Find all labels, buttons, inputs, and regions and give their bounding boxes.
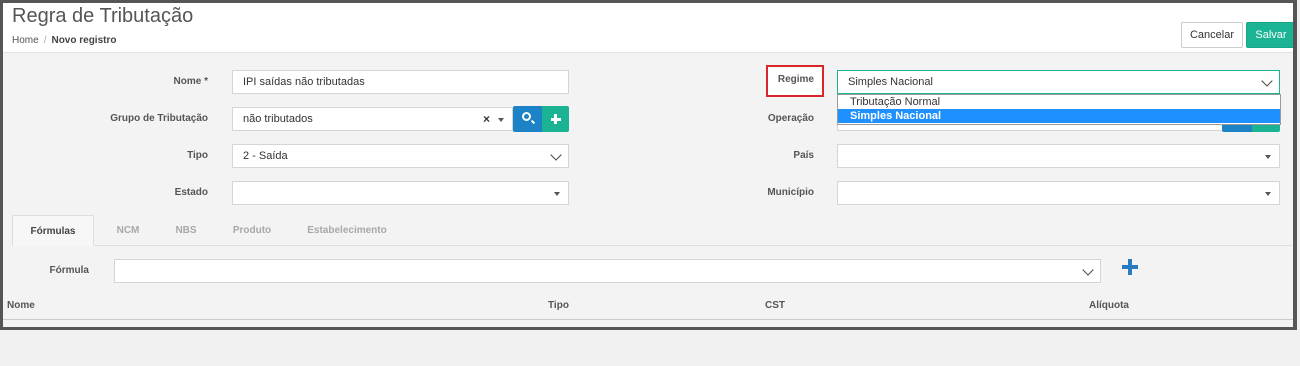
tab-produto[interactable]: Produto	[221, 215, 283, 246]
clear-icon[interactable]: ×	[483, 108, 490, 130]
breadcrumb-separator: /	[43, 35, 47, 46]
tab-ncm[interactable]: NCM	[103, 215, 153, 246]
caret-down-icon	[1265, 155, 1271, 159]
add-grupo-button[interactable]	[542, 106, 569, 132]
tipo-select[interactable]: 2 - Saída	[232, 144, 569, 168]
regime-option-selected[interactable]: Simples Nacional	[838, 109, 1280, 123]
chevron-down-icon	[550, 149, 562, 161]
estado-label: Estado	[174, 187, 208, 198]
tab-estabelecimento[interactable]: Estabelecimento	[295, 215, 399, 246]
breadcrumb: Home / Novo registro	[12, 35, 116, 46]
municipio-label: Município	[767, 187, 814, 198]
breadcrumb-home[interactable]: Home	[12, 35, 39, 46]
formula-label: Fórmula	[49, 265, 89, 276]
nome-input[interactable]: IPI saídas não tributadas	[232, 70, 569, 94]
tipo-value: 2 - Saída	[243, 150, 288, 162]
regime-label: Regime	[777, 74, 814, 85]
operacao-label: Operação	[767, 113, 814, 124]
caret-down-icon	[498, 118, 504, 122]
estado-select[interactable]	[232, 181, 569, 205]
regime-dropdown: Tributação Normal Simples Nacional	[837, 94, 1281, 125]
municipio-select[interactable]	[837, 181, 1280, 205]
search-icon	[522, 112, 531, 121]
chevron-down-icon	[1082, 264, 1094, 276]
nome-label: Nome *	[173, 76, 208, 87]
pais-select[interactable]	[837, 144, 1280, 168]
regime-select[interactable]: Simples Nacional	[837, 70, 1280, 94]
chevron-down-icon	[1261, 75, 1273, 87]
grupo-select[interactable]: não tributados ×	[232, 107, 513, 131]
save-button[interactable]: Salvar	[1246, 22, 1293, 48]
page-title: Regra de Tributação	[12, 5, 194, 27]
caret-down-icon	[554, 192, 560, 196]
grupo-value: não tributados	[243, 113, 313, 125]
column-header-cst[interactable]: CST	[765, 300, 785, 311]
pais-label: País	[793, 150, 814, 161]
app-window: Regra de Tributação Home / Novo registro C…	[0, 0, 1297, 330]
column-header-tipo[interactable]: Tipo	[548, 300, 569, 311]
cancel-button[interactable]: Cancelar	[1181, 22, 1243, 48]
caret-down-icon	[1265, 192, 1271, 196]
regime-option[interactable]: Tributação Normal	[838, 95, 1280, 109]
grupo-label: Grupo de Tributação	[110, 113, 208, 124]
formula-select[interactable]	[114, 259, 1101, 283]
regime-value: Simples Nacional	[848, 76, 933, 88]
tipo-label: Tipo	[187, 150, 208, 161]
nome-value: IPI saídas não tributadas	[243, 76, 365, 88]
search-button[interactable]	[513, 106, 542, 132]
add-formula-button[interactable]	[1120, 257, 1140, 277]
page-header: Regra de Tributação Home / Novo registro C…	[3, 3, 1293, 53]
tab-formulas[interactable]: Fórmulas	[12, 215, 94, 246]
breadcrumb-current: Novo registro	[51, 35, 117, 46]
tab-nbs[interactable]: NBS	[161, 215, 211, 246]
table-divider	[3, 319, 1293, 320]
column-header-nome[interactable]: Nome	[7, 300, 35, 311]
column-header-aliquota[interactable]: Alíquota	[1089, 300, 1129, 311]
